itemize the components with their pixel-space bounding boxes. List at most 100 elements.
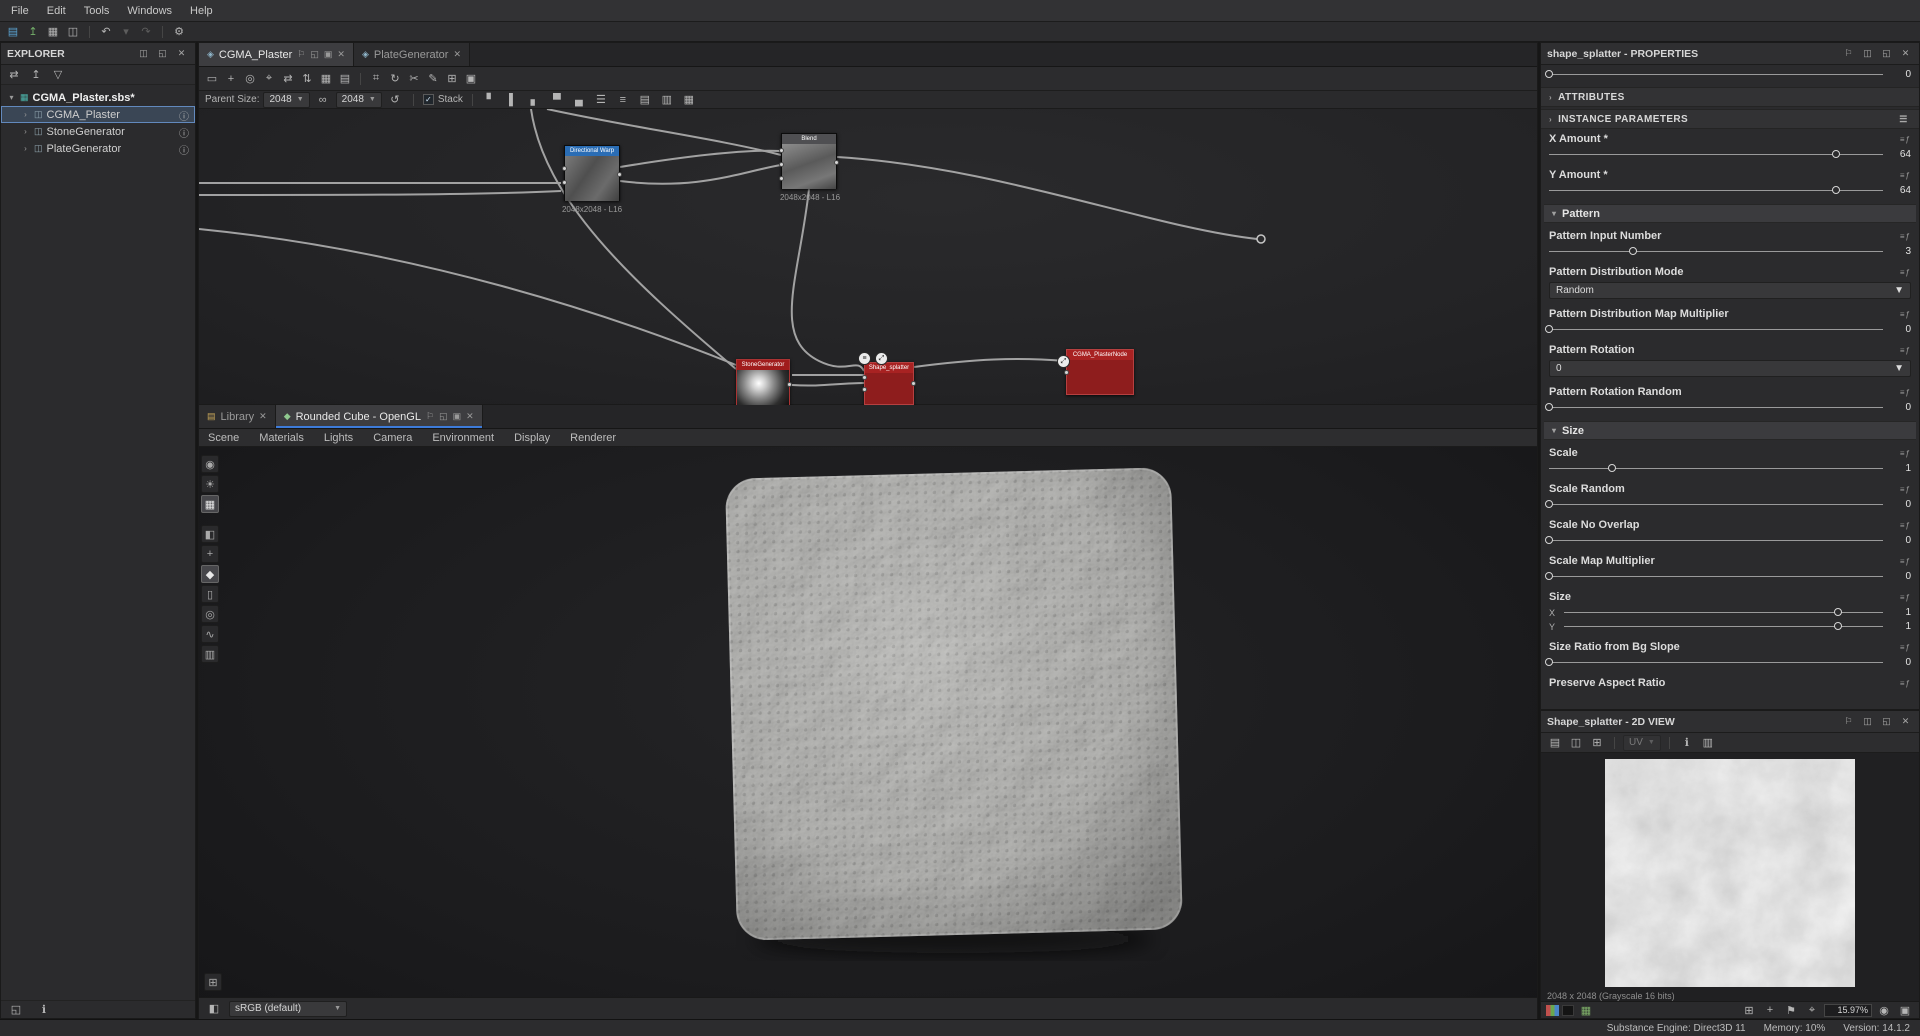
tree-row-graph[interactable]: › ◫ StoneGenerator ⓘ: [1, 123, 195, 141]
dock-layout-icon[interactable]: ◱: [7, 1002, 25, 1018]
library-tab[interactable]: ▤ Library ✕: [199, 405, 276, 428]
light-icon[interactable]: ☀: [201, 475, 219, 493]
float-icon[interactable]: ◱: [439, 411, 448, 422]
param-slider[interactable]: [1545, 324, 1883, 335]
parent-height-dropdown[interactable]: 2048 ▼: [335, 91, 382, 108]
snap-icon[interactable]: ▣: [462, 71, 480, 87]
menu-renderer[interactable]: Renderer: [561, 430, 625, 446]
parent-width-dropdown[interactable]: 2048 ▼: [263, 91, 310, 108]
param-slider[interactable]: [1545, 499, 1883, 510]
pattern-rotation-dropdown[interactable]: 0 ▼: [1549, 360, 1911, 377]
output-pin[interactable]: [787, 382, 792, 387]
export-icon[interactable]: ▤: [1546, 735, 1564, 751]
split-icon[interactable]: ◫: [136, 46, 151, 61]
cut-links-icon[interactable]: ✂: [405, 71, 423, 87]
float-icon[interactable]: ◱: [1879, 714, 1894, 729]
export-icon[interactable]: ↥: [27, 67, 45, 83]
function-graph-icon[interactable]: ≡ƒ: [1900, 171, 1911, 180]
output-pin[interactable]: [617, 172, 622, 177]
close-icon[interactable]: ✕: [453, 49, 461, 60]
menu-help[interactable]: Help: [181, 2, 222, 20]
close-icon[interactable]: ✕: [337, 49, 345, 60]
collapse-arrow-icon[interactable]: ›: [21, 127, 30, 136]
texture-preview[interactable]: [1605, 759, 1855, 987]
align-left-icon[interactable]: ▘: [482, 92, 500, 108]
function-graph-icon[interactable]: ≡ƒ: [1900, 388, 1911, 397]
reroute-icon[interactable]: ⇅: [298, 71, 316, 87]
info-icon[interactable]: ℹ: [35, 1002, 53, 1018]
tree-row-graph[interactable]: › ◫ CGMA_Plaster ⓘ: [1, 106, 195, 123]
node-badge-icon[interactable]: ≡: [858, 352, 871, 365]
uv-dropdown[interactable]: UV ▼: [1623, 734, 1661, 751]
spread-icon[interactable]: ▦: [680, 92, 698, 108]
pan-tool-icon[interactable]: +: [1761, 1002, 1779, 1018]
output-pin[interactable]: [834, 160, 839, 165]
frame-icon[interactable]: ⊞: [443, 71, 461, 87]
align-center-icon[interactable]: ▌: [504, 92, 522, 108]
function-graph-icon[interactable]: ≡ƒ: [1900, 268, 1911, 277]
settings-icon[interactable]: ⚙: [170, 24, 188, 40]
rounded-cube-mesh[interactable]: [711, 461, 1195, 961]
tree-row-graph[interactable]: › ◫ PlateGenerator ⓘ: [1, 140, 195, 158]
align-top-icon[interactable]: ▀: [548, 92, 566, 108]
import-icon[interactable]: ↥: [24, 24, 42, 40]
focus-icon[interactable]: ◎: [241, 71, 259, 87]
link-size-icon[interactable]: ∞: [314, 92, 332, 108]
open-folder-icon[interactable]: ▦: [44, 24, 62, 40]
image-preview-icon[interactable]: ▦: [1577, 1002, 1595, 1018]
zoom-actual-icon[interactable]: ◉: [1875, 1002, 1893, 1018]
graph-tab-plategenerator[interactable]: ◈ PlateGenerator ✕: [353, 43, 471, 66]
cylinder-mesh-icon[interactable]: ▯: [201, 585, 219, 603]
zoom-fit-icon[interactable]: ⌖: [1803, 1002, 1821, 1018]
menu-camera[interactable]: Camera: [364, 430, 421, 446]
input-pin[interactable]: [779, 162, 784, 167]
pin-icon[interactable]: ⚐: [426, 411, 434, 422]
float-icon[interactable]: ◱: [1879, 46, 1894, 61]
zoom-fit-icon[interactable]: ⌖: [260, 71, 278, 87]
view2d-canvas[interactable]: 2048 x 2048 (Grayscale 16 bits): [1541, 753, 1919, 1003]
camera-icon[interactable]: ◉: [201, 455, 219, 473]
node-blend[interactable]: Blend: [779, 133, 839, 189]
viewport-3d-canvas[interactable]: ◉ ☀ ▦ ◧ + ◆ ▯ ◎ ∿ ▥ ⊞ ◧ sRGB (default) ▼: [199, 447, 1537, 1019]
stack-checkbox[interactable]: ✓: [422, 94, 434, 105]
split-icon[interactable]: ◫: [1860, 714, 1875, 729]
function-graph-icon[interactable]: ≡ƒ: [1900, 485, 1911, 494]
input-pin[interactable]: [562, 166, 567, 171]
close-icon[interactable]: ✕: [259, 411, 267, 422]
graph-canvas[interactable]: Directional Warp 2048x2048 - L16 Blend 2…: [199, 109, 1537, 405]
undo-dropdown-icon[interactable]: ▾: [117, 24, 135, 40]
collapse-arrow-icon[interactable]: ›: [21, 110, 30, 119]
histogram-icon[interactable]: ▥: [201, 645, 219, 663]
new-file-icon[interactable]: ▤: [4, 24, 22, 40]
function-graph-icon[interactable]: ≡ƒ: [1900, 449, 1911, 458]
param-slider[interactable]: [1545, 571, 1883, 582]
input-pin[interactable]: [862, 375, 867, 380]
node-stone-generator[interactable]: StoneGenerator: [736, 359, 792, 405]
zoom-input[interactable]: [1824, 1003, 1872, 1017]
visibility-icon[interactable]: ◎: [201, 605, 219, 623]
param-slider[interactable]: [1545, 402, 1883, 413]
link-icon[interactable]: ⇄: [5, 67, 23, 83]
flag-icon[interactable]: ⚑: [1782, 1002, 1800, 1018]
param-slider[interactable]: [1545, 69, 1883, 80]
param-slider[interactable]: [1545, 535, 1883, 546]
transform-icon[interactable]: ⌗: [367, 71, 385, 87]
axes-icon[interactable]: +: [201, 545, 219, 563]
maximize-icon[interactable]: ▣: [453, 411, 462, 422]
align-bottom-icon[interactable]: ▄: [570, 92, 588, 108]
menu-icon[interactable]: ☰: [1896, 112, 1911, 127]
histogram-icon[interactable]: ▥: [1699, 735, 1717, 751]
input-pin[interactable]: [1064, 370, 1069, 375]
close-icon[interactable]: ✕: [466, 411, 474, 422]
display-mode-icon[interactable]: ▦: [201, 495, 219, 513]
input-pin[interactable]: [862, 387, 867, 392]
function-graph-icon[interactable]: ≡ƒ: [1900, 557, 1911, 566]
menu-materials[interactable]: Materials: [250, 430, 313, 446]
floor-grid-icon[interactable]: ⊞: [204, 973, 222, 991]
arrange-grid-icon[interactable]: ▤: [636, 92, 654, 108]
refresh-icon[interactable]: ↻: [386, 71, 404, 87]
split-icon[interactable]: ◫: [1860, 46, 1875, 61]
channels-icon[interactable]: [1546, 1004, 1559, 1016]
float-icon[interactable]: ◱: [310, 49, 319, 60]
function-graph-icon[interactable]: ≡ƒ: [1900, 643, 1911, 652]
